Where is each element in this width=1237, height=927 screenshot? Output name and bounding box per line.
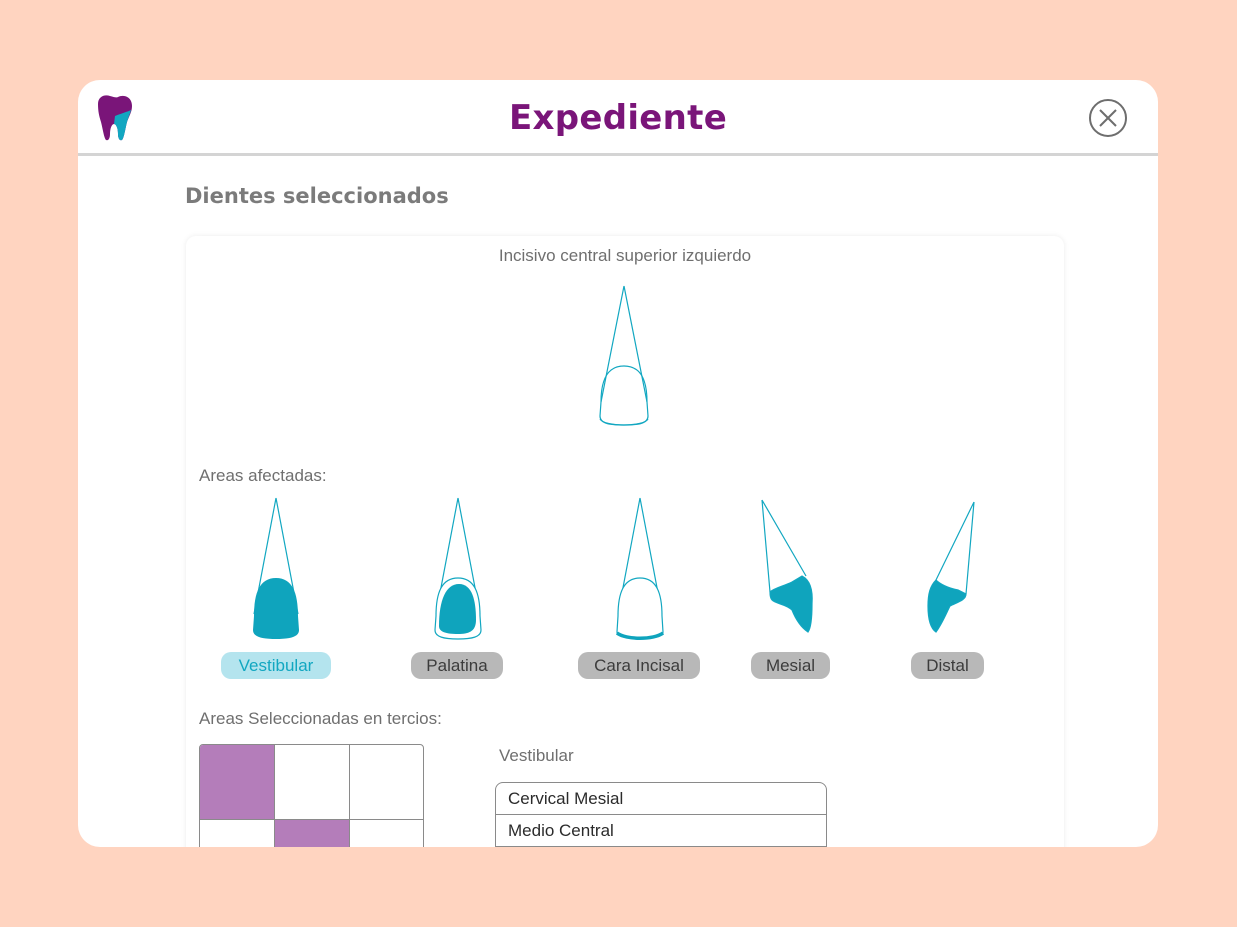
vestibular-tooth-icon	[253, 497, 299, 639]
thirds-grid	[199, 744, 424, 847]
grid-cell-cervical-central[interactable]	[275, 745, 350, 820]
close-icon	[1099, 109, 1117, 127]
areas-affected-label: Areas afectadas:	[199, 466, 327, 485]
selected-area-title: Vestibular	[499, 746, 574, 765]
modal-title: Expediente	[508, 98, 728, 138]
expediente-modal: Expediente Dientes seleccionados Incisiv…	[78, 80, 1158, 847]
list-item: Medio Central	[496, 815, 826, 847]
area-pill-cara-incisal[interactable]: Cara Incisal	[578, 652, 700, 679]
thirds-list: Cervical Mesial Medio Central	[495, 782, 827, 847]
tooth-name: Incisivo central superior izquierdo	[498, 246, 752, 265]
grid-cell-cervical-mesial[interactable]	[200, 745, 275, 820]
mesial-tooth-icon	[761, 499, 813, 633]
distal-tooth-icon	[927, 501, 975, 633]
incisor-tooth-icon	[599, 285, 649, 426]
area-pill-palatina[interactable]: Palatina	[411, 652, 503, 679]
grid-cell-medio-distal[interactable]	[350, 820, 423, 847]
grid-cell-medio-central[interactable]	[275, 820, 350, 847]
cara-incisal-tooth-icon	[615, 497, 665, 640]
grid-cell-cervical-distal[interactable]	[350, 745, 423, 820]
palatina-tooth-icon	[434, 497, 482, 640]
area-pill-mesial[interactable]: Mesial	[751, 652, 830, 679]
grid-cell-medio-mesial[interactable]	[200, 820, 275, 847]
modal-header: Expediente	[78, 80, 1158, 156]
tooth-card: Incisivo central superior izquierdo Area…	[186, 236, 1064, 847]
area-pill-vestibular[interactable]: Vestibular	[221, 652, 331, 679]
thirds-label: Areas Seleccionadas en tercios:	[199, 709, 442, 728]
area-pill-distal[interactable]: Distal	[911, 652, 984, 679]
close-button[interactable]	[1089, 99, 1127, 137]
list-item: Cervical Mesial	[496, 783, 826, 815]
section-title: Dientes seleccionados	[185, 184, 449, 208]
